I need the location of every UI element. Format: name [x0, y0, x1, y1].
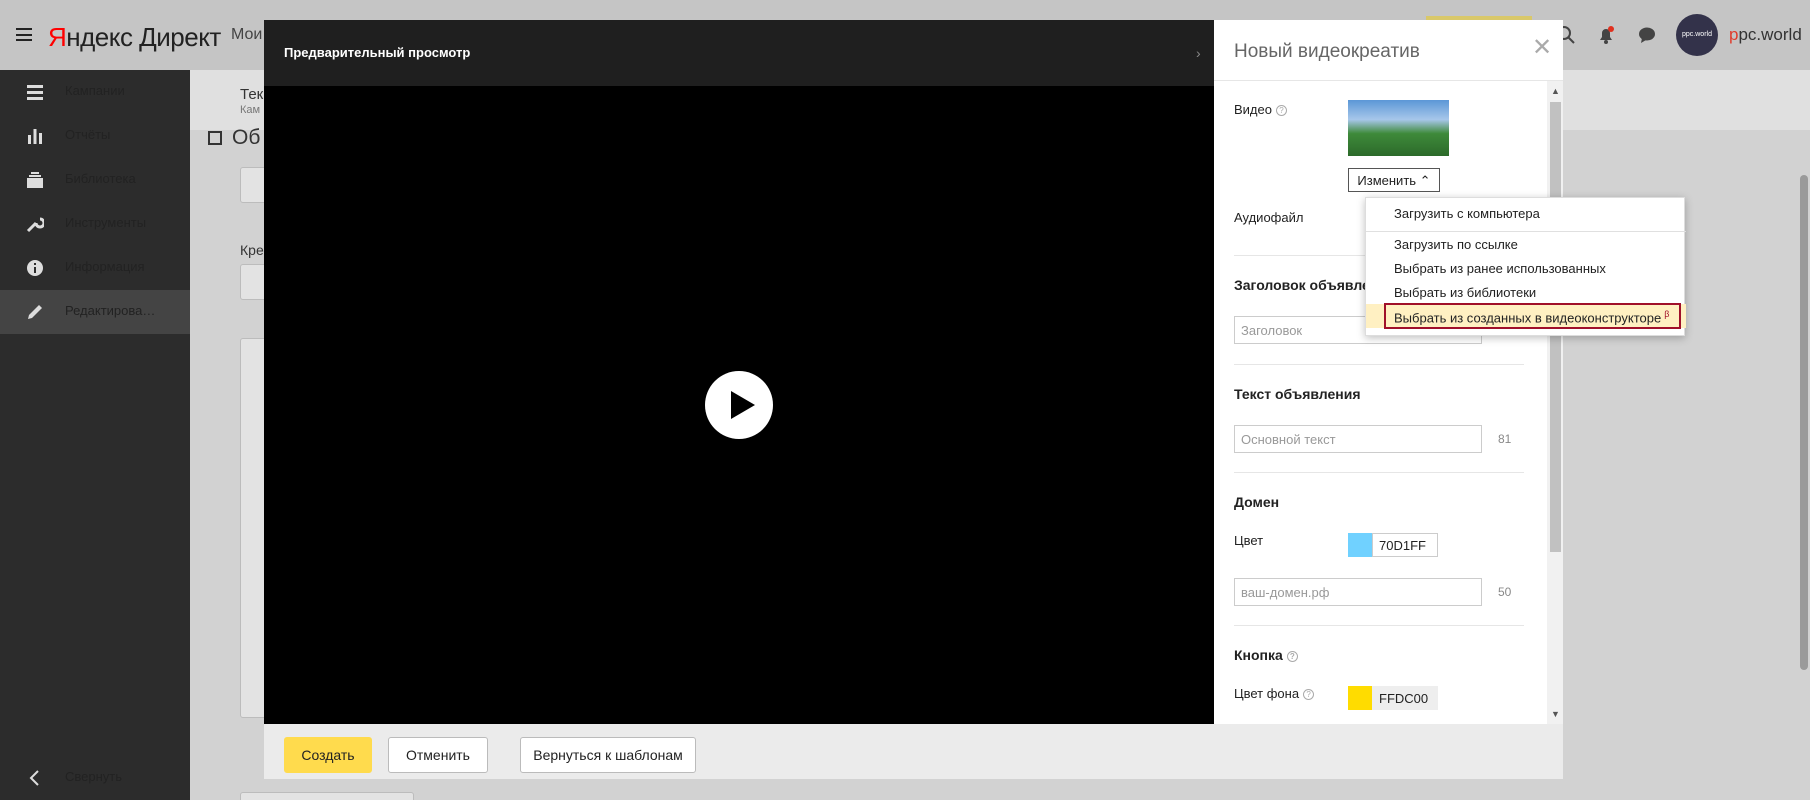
video-thumbnail [1348, 100, 1449, 156]
edit-icon [28, 305, 42, 319]
back-to-templates-button[interactable]: Вернуться к шаблонам [520, 737, 696, 773]
headline-section-title: Заголовок объявле [1234, 277, 1370, 293]
play-square-icon [208, 131, 222, 146]
beta-badge: β [1664, 309, 1670, 319]
menu-item-from-library[interactable]: Выбрать из библиотеки [1394, 285, 1536, 300]
ad-text-input[interactable]: Основной текст [1234, 425, 1482, 453]
campaigns-icon [27, 85, 43, 100]
menu-item-upload-by-link[interactable]: Загрузить по ссылке [1394, 237, 1518, 252]
page-scrollbar[interactable] [1800, 175, 1808, 670]
modal-footer: Создать Отменить Вернуться к шаблонам [264, 724, 1563, 779]
sub-header-caption: Кам [240, 104, 261, 116]
cancel-button[interactable]: Отменить [388, 737, 488, 773]
help-icon[interactable]: ? [1275, 105, 1287, 117]
button-color-swatch[interactable] [1348, 686, 1372, 710]
chevron-up-icon: ⌃ [1419, 173, 1431, 188]
preview-header: Предварительный просмотр › [264, 20, 1214, 86]
topbar-nav-item[interactable]: Мои [231, 26, 262, 44]
preview-area: Предварительный просмотр › [264, 20, 1214, 724]
chat-icon[interactable] [1637, 25, 1657, 45]
domain-color-label: Цвет [1234, 533, 1264, 548]
sidebar: Кампании Отчёты Библиотека Инструменты И… [0, 70, 190, 800]
change-video-menu: Загрузить с компьютера Загрузить по ссыл… [1365, 197, 1686, 336]
bg-field-label: Кре [240, 242, 264, 258]
button-section-title: Кнопка? [1234, 647, 1298, 663]
ad-text-counter: 81 [1498, 432, 1512, 446]
sidebar-item-label: Отчёты [65, 127, 111, 142]
menu-item-from-video-constructor[interactable]: Выбрать из созданных в видеоконструкторе… [1394, 309, 1669, 325]
ad-text-section-title: Текст объявления [1234, 386, 1361, 402]
sidebar-item-info[interactable]: Информация [0, 246, 190, 290]
reports-icon [28, 129, 42, 144]
page-title: Об [208, 126, 260, 150]
divider [1234, 472, 1524, 473]
scroll-down-arrow-icon[interactable]: ▼ [1551, 709, 1560, 719]
sidebar-item-label: Редактирова… [65, 303, 156, 318]
help-icon[interactable]: ? [1286, 650, 1298, 662]
new-video-creative-modal: Предварительный просмотр › Новый видеокр… [264, 20, 1563, 779]
bell-icon[interactable] [1596, 25, 1616, 45]
account-name[interactable]: ppc.world [1729, 25, 1802, 45]
domain-section-title: Домен [1234, 494, 1280, 510]
button-color-input[interactable]: FFDC00 [1372, 686, 1438, 710]
button-bg-color-label: Цвет фона? [1234, 686, 1315, 701]
info-icon [27, 260, 43, 276]
preview-title: Предварительный просмотр [284, 45, 471, 60]
change-video-button[interactable]: Изменить ⌃ [1348, 168, 1440, 192]
divider [1234, 625, 1524, 626]
divider [1214, 80, 1563, 81]
sidebar-item-label: Инструменты [65, 215, 147, 230]
close-icon[interactable]: ✕ [1532, 33, 1552, 62]
chevron-right-icon[interactable]: › [1196, 45, 1201, 61]
sidebar-item-label: Кампании [65, 83, 125, 98]
bg-bottom-button [240, 792, 414, 800]
help-icon[interactable]: ? [1303, 689, 1315, 701]
chevron-left-icon [29, 770, 39, 786]
avatar[interactable]: ppc.world [1676, 14, 1718, 56]
panel-title: Новый видеокреатив [1234, 41, 1420, 62]
menu-item-upload-from-computer[interactable]: Загрузить с компьютера [1394, 206, 1540, 221]
sidebar-item-label: Библиотека [65, 171, 136, 186]
domain-counter: 50 [1498, 585, 1512, 599]
library-icon [27, 172, 43, 188]
menu-icon[interactable] [16, 28, 32, 41]
audio-label: Аудиофайл [1234, 210, 1304, 225]
play-icon[interactable] [705, 371, 773, 439]
sidebar-item-library[interactable]: Библиотека [0, 158, 190, 202]
sidebar-item-campaigns[interactable]: Кампании [0, 70, 190, 114]
yandex-direct-logo[interactable]: Яндекс Директ [48, 22, 221, 53]
settings-panel: Новый видеокреатив ✕ Видео? Изменить ⌃ А… [1214, 20, 1563, 724]
sidebar-item-tools[interactable]: Инструменты [0, 202, 190, 246]
video-label: Видео? [1234, 102, 1287, 117]
sidebar-item-label: Информация [65, 259, 145, 274]
sidebar-collapse-label: Свернуть [65, 769, 123, 784]
divider [1234, 364, 1524, 365]
domain-color-input[interactable]: 70D1FF [1372, 533, 1438, 557]
scroll-up-arrow-icon[interactable]: ▲ [1551, 86, 1560, 96]
domain-color-swatch[interactable] [1348, 533, 1372, 557]
tools-icon [26, 217, 44, 233]
sidebar-collapse-button[interactable]: Свернуть [0, 756, 190, 800]
sidebar-item-editing[interactable]: Редактирова… [0, 290, 190, 334]
menu-item-previously-used[interactable]: Выбрать из ранее использованных [1394, 261, 1606, 276]
domain-input[interactable]: ваш-домен.рф [1234, 578, 1482, 606]
create-button[interactable]: Создать [284, 737, 372, 773]
sidebar-item-reports[interactable]: Отчёты [0, 114, 190, 158]
divider [1366, 231, 1686, 232]
